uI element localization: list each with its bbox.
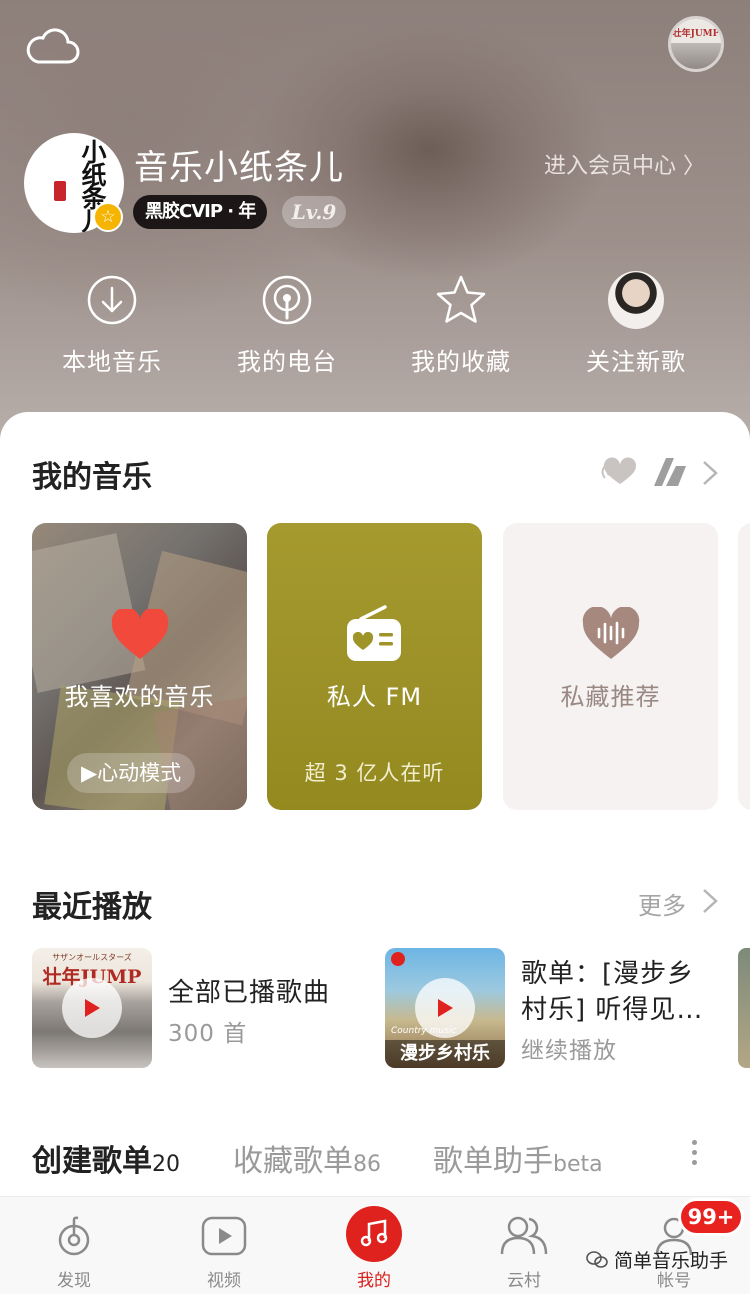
- next-recent-peek[interactable]: [738, 948, 750, 1068]
- country-playlist-cover[interactable]: Country music 漫步乡村乐: [385, 948, 505, 1068]
- heart-wave-icon: [582, 607, 640, 659]
- level-badge[interactable]: Lv.9: [282, 196, 346, 228]
- mini-cover-title: 壮年JUMP: [672, 29, 720, 39]
- member-center-link[interactable]: 进入会员中心 〉: [544, 148, 705, 180]
- heart-icon: [111, 609, 169, 659]
- podcast-icon: [259, 272, 315, 328]
- quick-follow-new-songs[interactable]: 关注新歌: [556, 271, 716, 377]
- nav-cloud-village[interactable]: 云村: [474, 1210, 574, 1291]
- nav-video[interactable]: 视频: [174, 1210, 274, 1291]
- tab-created-playlists[interactable]: 创建歌单20: [32, 1136, 180, 1180]
- music-note-icon: [346, 1206, 402, 1262]
- watermark: 简单音乐助手: [586, 1246, 728, 1273]
- wechat-icon: [586, 1250, 608, 1268]
- username[interactable]: 音乐小纸条儿: [134, 140, 344, 189]
- tab-count: beta: [553, 1152, 603, 1177]
- heartbeat-mode-button[interactable]: ▶心动模式: [67, 753, 196, 793]
- quick-my-collection[interactable]: 我的收藏: [381, 272, 541, 377]
- nav-label: 视频: [207, 1271, 241, 1291]
- tab-collected-playlists[interactable]: 收藏歌单86: [233, 1136, 381, 1180]
- recent-item-sub: 继续播放: [521, 1038, 617, 1064]
- discover-icon: [48, 1210, 100, 1262]
- all-played-cover[interactable]: サザンオールスターズ 壮年JUMP: [32, 948, 152, 1068]
- quick-label: 本地音乐: [62, 348, 162, 376]
- private-fm-label: 私人 FM: [326, 683, 423, 711]
- nav-mine[interactable]: 我的: [324, 1206, 424, 1291]
- cover-title-text: 漫步乡村乐: [385, 1040, 505, 1068]
- nav-label: 云村: [507, 1271, 541, 1291]
- tab-count: 20: [152, 1152, 180, 1177]
- nav-label: 我的: [357, 1271, 391, 1291]
- play-icon[interactable]: [62, 978, 122, 1038]
- private-fm-sub: 超 3 亿人在听: [304, 761, 445, 785]
- netease-logo-icon: [391, 952, 405, 966]
- chevron-right-icon[interactable]: [700, 888, 720, 914]
- private-recommend-card[interactable]: 私藏推荐: [503, 523, 718, 810]
- tab-playlist-assistant[interactable]: 歌单助手beta: [433, 1136, 603, 1180]
- vip-label: 黑胶CVIP · 年: [145, 201, 256, 222]
- more-options-icon[interactable]: [692, 1140, 702, 1165]
- recent-title-line1: 歌单：[漫步乡: [521, 959, 695, 989]
- tab-count: 86: [353, 1152, 381, 1177]
- recent-more-link[interactable]: 更多: [638, 886, 686, 921]
- vip-badge[interactable]: 黑胶CVIP · 年: [133, 195, 268, 229]
- recent-item-sub: 300 首: [168, 1021, 248, 1047]
- video-icon: [198, 1210, 250, 1262]
- download-icon: [84, 272, 140, 328]
- quick-label: 我的电台: [237, 348, 337, 376]
- cover-small-text: Country music: [391, 1026, 457, 1036]
- liked-music-label: 我喜欢的音乐: [64, 683, 215, 711]
- notification-badge: 99+: [678, 1198, 744, 1236]
- quick-my-radio[interactable]: 我的电台: [207, 272, 367, 377]
- tab-label: 歌单助手: [433, 1144, 553, 1179]
- recent-title-line2: 村乐] 听得见…: [521, 995, 704, 1025]
- star-badge-icon: ☆: [93, 202, 123, 232]
- tab-label: 创建歌单: [32, 1144, 152, 1179]
- liked-music-card[interactable]: 我喜欢的音乐 ▶心动模式: [32, 523, 247, 810]
- artist-avatar: [608, 271, 664, 329]
- recent-title: 最近播放: [32, 890, 152, 925]
- cloud-icon[interactable]: [26, 26, 80, 66]
- quick-label: 我的收藏: [411, 348, 511, 376]
- private-fm-card[interactable]: 私人 FM 超 3 亿人在听: [267, 523, 482, 810]
- private-recommend-label: 私藏推荐: [560, 683, 661, 711]
- recent-item-title[interactable]: 歌单：[漫步乡 村乐] 听得见…: [521, 956, 721, 1028]
- heart-sound-icon[interactable]: [600, 457, 640, 487]
- nav-label: 发现: [57, 1271, 91, 1291]
- tab-label: 收藏歌单: [233, 1144, 353, 1179]
- quick-local-music[interactable]: 本地音乐: [32, 272, 192, 377]
- my-music-title: 我的音乐: [32, 460, 152, 495]
- heartbeat-mode-label: 心动模式: [97, 761, 182, 785]
- radio-icon: [347, 605, 401, 661]
- mini-player-cover[interactable]: 壮年JUMP: [668, 16, 724, 72]
- next-card-peek[interactable]: [738, 523, 750, 810]
- nav-discover[interactable]: 发现: [24, 1210, 124, 1291]
- star-icon: [433, 272, 489, 328]
- community-icon: [498, 1210, 550, 1262]
- ai-logo-icon[interactable]: [652, 456, 690, 488]
- quick-label: 关注新歌: [586, 348, 686, 376]
- recent-more-label: 更多: [638, 892, 686, 920]
- recent-item-title[interactable]: 全部已播歌曲: [168, 972, 330, 1009]
- chevron-right-icon[interactable]: [700, 460, 720, 486]
- watermark-text: 简单音乐助手: [614, 1250, 729, 1272]
